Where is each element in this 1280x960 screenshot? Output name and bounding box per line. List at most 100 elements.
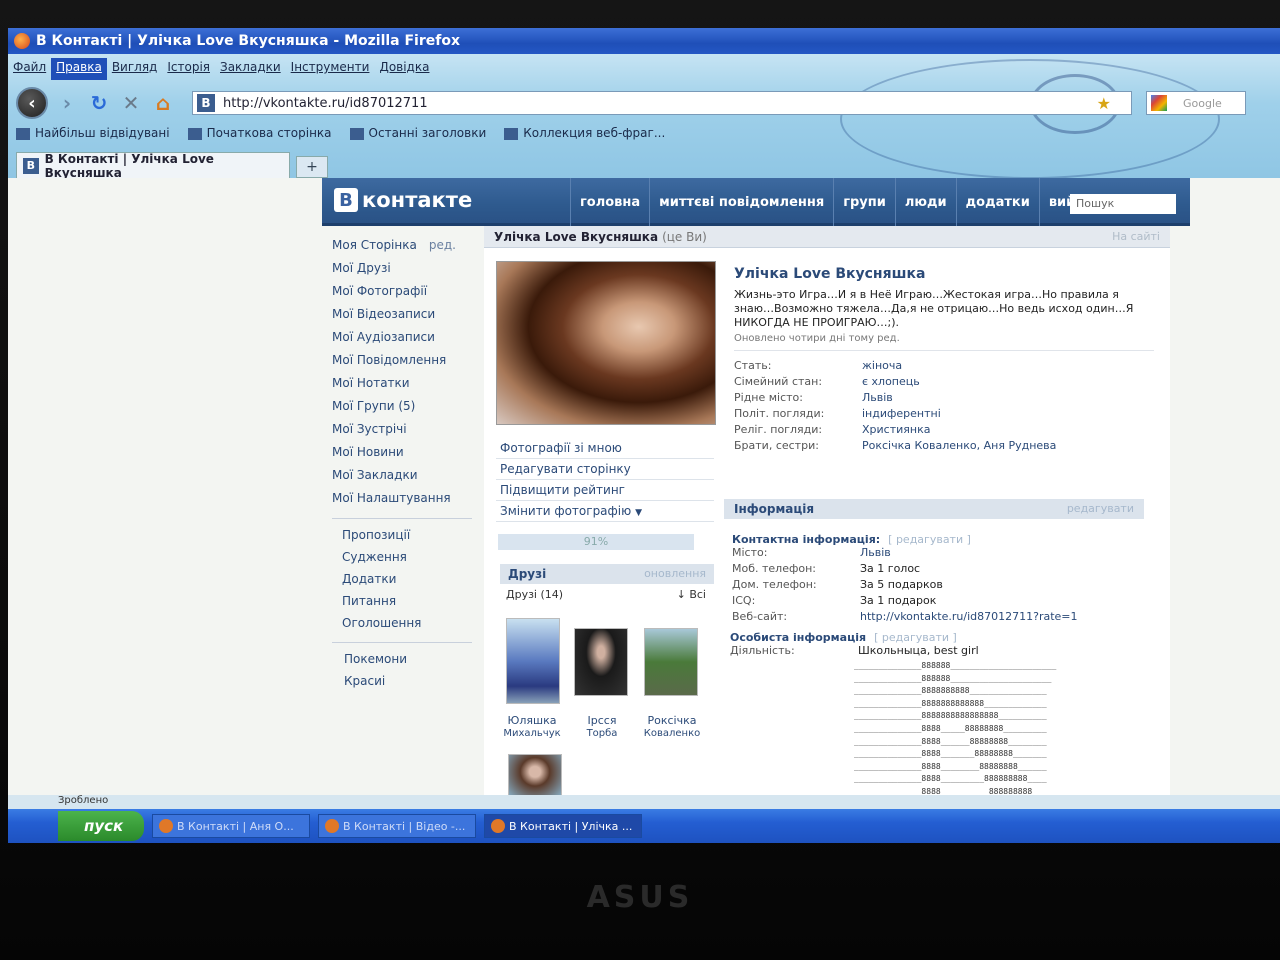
contact-section: Контактна інформація: [ редагувати ] Міст…	[732, 533, 1152, 626]
contact-key: ICQ:	[732, 594, 756, 607]
menu-item[interactable]: Мої Налаштування	[332, 491, 472, 514]
vk-favicon-icon: B	[23, 157, 39, 174]
menu-item[interactable]: Мої Нотатки	[332, 376, 472, 399]
info-value[interactable]: Роксічка Коваленко, Аня Руднева	[862, 439, 1056, 455]
menu-item[interactable]: Мої Зустрічі	[332, 422, 472, 445]
ie-icon	[159, 819, 173, 833]
menu-item[interactable]: Пропозиції	[332, 528, 472, 550]
info-value[interactable]: є хлопець	[862, 375, 920, 391]
info-value[interactable]: індиферентні	[862, 407, 941, 423]
taskbar-button[interactable]: В Контакті | Аня О...	[152, 814, 310, 838]
nav-groups[interactable]: групи	[833, 178, 895, 226]
friend-name[interactable]: Ірсся Торба	[562, 714, 642, 740]
nav-home[interactable]: головна	[570, 178, 649, 226]
back-button[interactable]: ‹	[16, 87, 48, 119]
search-box[interactable]: Google	[1146, 91, 1246, 115]
taskbar-button-active[interactable]: В Контакті | Улічка ...	[484, 814, 642, 838]
window-title: В Контакті | Улічка Love Вкусняшка - Moz…	[36, 33, 460, 49]
friend-name[interactable]: Юляшка Михальчук	[492, 714, 572, 740]
info-value[interactable]: Християнка	[862, 423, 930, 439]
menu-edit[interactable]: Правка	[51, 58, 107, 80]
menu-divider	[332, 518, 472, 528]
menu-history[interactable]: Історія	[162, 58, 215, 80]
bookmark-item[interactable]: Початкова сторінка	[188, 126, 332, 140]
menu-file[interactable]: Файл	[8, 58, 51, 80]
start-button[interactable]: пуск	[58, 811, 144, 841]
tab-bar: B В Контакті | Улічка Love Вкусняшка +	[16, 150, 328, 178]
friend-first-name: Юляшка	[507, 714, 557, 727]
taskbar-label: В Контакті | Відео -...	[343, 819, 466, 833]
reload-button[interactable]: ↻	[86, 90, 112, 116]
menu-view[interactable]: Вигляд	[107, 58, 163, 80]
profile-name: Улічка Love Вкусняшка	[734, 266, 926, 282]
contact-key: Моб. телефон:	[732, 562, 817, 575]
navigation-toolbar: ‹ › ↻ ✕ ⌂ B http://vkontakte.ru/id870127…	[16, 84, 1276, 122]
bookmark-item[interactable]: Останні заголовки	[350, 126, 487, 140]
vk-logo[interactable]: В контакте	[334, 188, 472, 212]
menu-tools[interactable]: Інструменти	[286, 58, 375, 80]
info-value[interactable]: Львів	[862, 391, 893, 407]
info-edit-link[interactable]: редагувати	[1067, 502, 1134, 516]
nav-people[interactable]: люди	[894, 178, 956, 226]
friend-photo[interactable]	[506, 618, 560, 704]
vk-search-input[interactable]: Пошук	[1070, 194, 1176, 214]
menu-item[interactable]: Покемони	[332, 652, 472, 674]
info-value[interactable]: жіноча	[862, 359, 902, 375]
taskbar-label: В Контакті | Улічка ...	[509, 819, 633, 833]
friends-update-link[interactable]: оновлення	[644, 567, 706, 581]
profile-info: Улічка Love Вкусняшка Жизнь-это Игра…И я…	[734, 266, 1154, 455]
menu-item[interactable]: Мої Закладки	[332, 468, 472, 491]
menu-item[interactable]: Оголошення	[332, 616, 472, 638]
bookmark-item[interactable]: Коллекция веб-фраг...	[504, 126, 665, 140]
google-icon	[1151, 95, 1167, 111]
menu-item[interactable]: Судження	[332, 550, 472, 572]
status-bar: Зроблено	[8, 795, 1280, 809]
friend-photo[interactable]	[644, 628, 698, 696]
url-bar[interactable]: B http://vkontakte.ru/id87012711 ★	[192, 91, 1132, 115]
profile-photo[interactable]	[496, 261, 716, 425]
photos-with-me-link[interactable]: Фотографії зі мною	[496, 438, 714, 459]
menu-item[interactable]: Мої Повідомлення	[332, 353, 472, 376]
stop-button[interactable]: ✕	[118, 90, 144, 116]
menu-help[interactable]: Довідка	[374, 58, 434, 80]
contact-row: Дом. телефон: За 5 подарков	[732, 578, 1152, 594]
edit-page-link[interactable]: Редагувати сторінку	[496, 459, 714, 480]
menu-item[interactable]: Питання	[332, 594, 472, 616]
tab-active[interactable]: B В Контакті | Улічка Love Вкусняшка	[16, 152, 290, 178]
raise-rating-link[interactable]: Підвищити рейтинг	[496, 480, 714, 501]
menu-bookmarks[interactable]: Закладки	[215, 58, 286, 80]
menu-my-page-label[interactable]: Моя Сторінка	[332, 238, 417, 252]
menu-item[interactable]: Мої Групи (5)	[332, 399, 472, 422]
info-title: Інформація	[734, 502, 815, 516]
personal-edit-link[interactable]: [ редагувати ]	[874, 631, 957, 644]
bookmark-star-icon[interactable]: ★	[1097, 94, 1111, 113]
nav-messages[interactable]: миттєві повідомлення	[649, 178, 833, 226]
website-link[interactable]: http://vkontakte.ru/id87012711?rate=1	[860, 610, 1078, 626]
friends-all-link[interactable]: ↓ Всі	[677, 588, 706, 601]
contact-value[interactable]: Львів	[860, 546, 891, 562]
nav-apps[interactable]: додатки	[955, 178, 1039, 226]
friend-photo[interactable]	[574, 628, 628, 696]
contact-edit-link[interactable]: [ редагувати ]	[888, 533, 971, 546]
menu-item[interactable]: Красиі	[332, 674, 472, 696]
menu-item[interactable]: Мої Новини	[332, 445, 472, 468]
friend-photo[interactable]	[508, 754, 562, 795]
bookmark-item[interactable]: Найбільш відвідувані	[16, 126, 170, 140]
home-button[interactable]: ⌂	[150, 90, 176, 116]
menu-bar: Файл Правка Вигляд Історія Закладки Інст…	[8, 58, 434, 80]
browser-chrome: Файл Правка Вигляд Історія Закладки Інст…	[8, 54, 1280, 178]
menu-item[interactable]: Мої Друзі	[332, 261, 472, 284]
menu-my-page[interactable]: Моя Сторінка ред.	[332, 238, 472, 261]
friend-last-name: Михальчук	[503, 728, 561, 739]
contact-row: Місто: Львів	[732, 546, 1152, 562]
menu-item[interactable]: Мої Аудіозаписи	[332, 330, 472, 353]
friend-name[interactable]: Роксічка Коваленко	[632, 714, 712, 740]
menu-item[interactable]: Мої Фотографії	[332, 284, 472, 307]
new-tab-button[interactable]: +	[296, 156, 328, 178]
menu-edit-link[interactable]: ред.	[429, 238, 456, 252]
change-photo-link[interactable]: Змінити фотографію ▼	[496, 501, 714, 522]
forward-button[interactable]: ›	[54, 90, 80, 116]
taskbar-button[interactable]: В Контакті | Відео -...	[318, 814, 476, 838]
menu-item[interactable]: Додатки	[332, 572, 472, 594]
menu-item[interactable]: Мої Відеозаписи	[332, 307, 472, 330]
